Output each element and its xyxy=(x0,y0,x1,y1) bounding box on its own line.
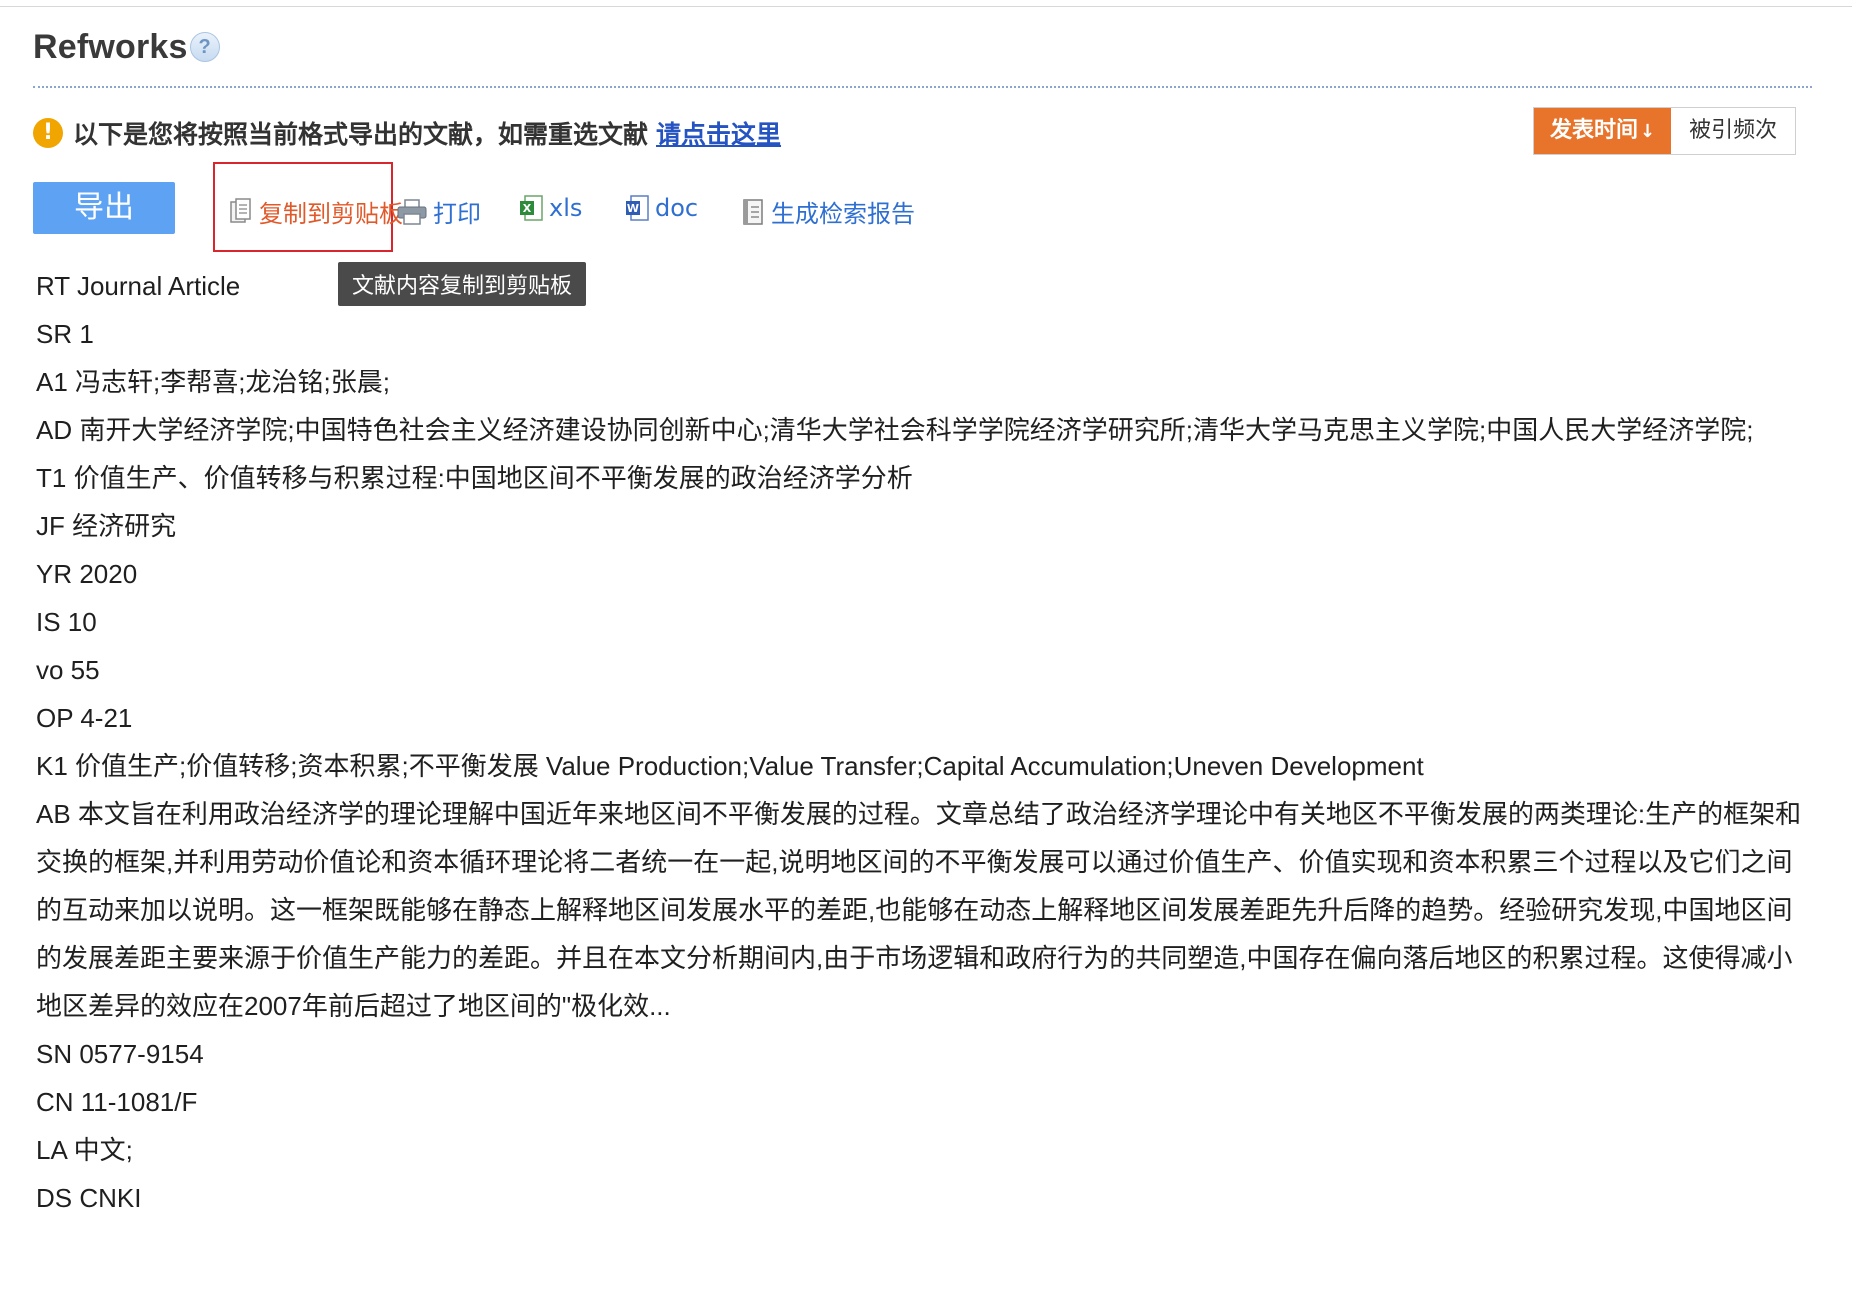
export-doc-button[interactable]: W doc xyxy=(625,194,698,222)
excel-icon: X xyxy=(519,194,543,222)
svg-text:X: X xyxy=(523,202,532,215)
record-line: DS CNKI xyxy=(36,1183,142,1213)
sort-citations-button[interactable]: 被引频次 xyxy=(1671,108,1796,154)
report-label: 生成检索报告 xyxy=(771,200,915,228)
doc-label: doc xyxy=(655,194,699,222)
page-title: Refworks? xyxy=(33,28,220,67)
record-line: JF 经济研究 xyxy=(36,511,177,541)
clipboard-icon xyxy=(229,197,253,226)
record-line: LA 中文; xyxy=(36,1135,133,1165)
record-line: AB 本文旨在利用政治经济学的理论理解中国近年来地区间不平衡发展的过程。文章总结… xyxy=(36,799,1802,1021)
sort-publish-time-button[interactable]: 发表时间 ↓ xyxy=(1534,108,1672,154)
page-title-text: Refworks xyxy=(33,28,188,66)
record-line: YR 2020 xyxy=(36,559,138,589)
record-line: AD 南开大学经济学院;中国特色社会主义经济建设协同创新中心;清华大学社会科学学… xyxy=(36,415,1754,445)
export-button[interactable]: 导出 xyxy=(33,182,175,234)
record-line: A1 冯志轩;李帮喜;龙治铭;张晨; xyxy=(36,367,390,397)
generate-report-button[interactable]: 生成检索报告 xyxy=(741,194,915,229)
sort-toggle: 发表时间 ↓ 被引频次 xyxy=(1533,107,1797,155)
print-button[interactable]: 打印 xyxy=(397,194,481,229)
record-line: SR 1 xyxy=(36,319,94,349)
copy-label: 复制到剪贴板 xyxy=(259,200,403,228)
print-label: 打印 xyxy=(433,200,481,228)
help-icon[interactable]: ? xyxy=(189,32,220,63)
record-line: vo 55 xyxy=(36,655,100,685)
xls-label: xls xyxy=(549,194,583,222)
record-line: T1 价值生产、价值转移与积累过程:中国地区间不平衡发展的政治经济学分析 xyxy=(36,463,913,493)
copy-tooltip: 文献内容复制到剪贴板 xyxy=(338,262,587,306)
record-line: K1 价值生产;价值转移;资本积累;不平衡发展 Value Production… xyxy=(36,751,1424,781)
record-line: IS 10 xyxy=(36,607,97,637)
record-line: SN 0577-9154 xyxy=(36,1039,204,1069)
sort-publish-time-label: 发表时间 xyxy=(1550,118,1639,143)
top-divider xyxy=(0,6,1852,7)
export-record: RT Journal Article SR 1 A1 冯志轩;李帮喜;龙治铭;张… xyxy=(36,262,1816,1222)
record-line: CN 11-1081/F xyxy=(36,1087,198,1117)
svg-text:W: W xyxy=(627,202,639,215)
word-icon: W xyxy=(625,194,649,222)
report-icon xyxy=(741,198,765,226)
reselect-link[interactable]: 请点击这里 xyxy=(656,115,781,151)
warning-icon: ! xyxy=(33,118,63,148)
sort-down-arrow-icon: ↓ xyxy=(1640,121,1656,142)
record-line: OP 4-21 xyxy=(36,703,133,733)
notice-text: 以下是您将按照当前格式导出的文献，如需重选文献 xyxy=(73,120,649,149)
export-xls-button[interactable]: X xls xyxy=(519,194,582,222)
printer-icon xyxy=(397,198,427,226)
record-line: RT Journal Article xyxy=(36,271,241,301)
dotted-divider xyxy=(33,86,1812,88)
copy-to-clipboard-button[interactable]: 复制到剪贴板 xyxy=(229,194,403,229)
notice-bar: ! 以下是您将按照当前格式导出的文献，如需重选文献 请点击这里 xyxy=(33,113,781,153)
